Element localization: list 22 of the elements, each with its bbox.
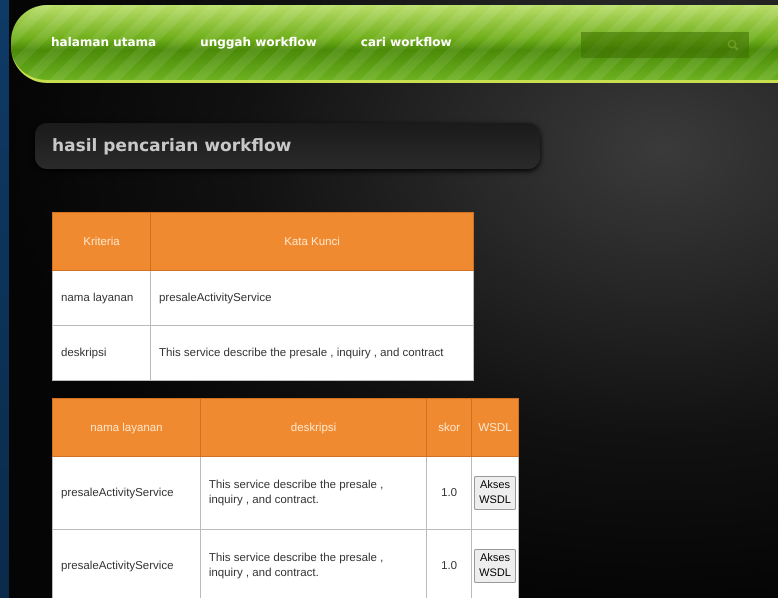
column-header: WSDL — [472, 398, 518, 456]
nav-link[interactable]: cari workflow — [360, 35, 452, 49]
search-icon[interactable] — [727, 39, 739, 51]
column-header: Kriteria — [52, 212, 150, 270]
column-header: Kata Kunci — [150, 212, 474, 270]
wsdl-button[interactable]: Akses WSDL — [474, 476, 516, 510]
table-cell: This service describe the presale , inquiry , and contract — [150, 326, 474, 380]
column-header: skor — [426, 398, 472, 456]
table-cell: presaleActivityService — [52, 530, 200, 598]
wsdl-button[interactable]: Akses WSDL — [474, 549, 516, 583]
column-header: deskripsi — [200, 398, 427, 456]
page-title: hasil pencarian workflow — [52, 136, 292, 156]
table-cell: deskripsi — [52, 326, 150, 380]
nav-link[interactable]: unggah workflow — [200, 35, 317, 49]
table-cell: This service describe the presale , inquiry , and contract. — [200, 456, 427, 530]
nav-link[interactable]: halaman utama — [51, 35, 156, 49]
table-cell: 1.0 — [426, 456, 472, 530]
table-cell: presaleActivityService — [150, 270, 474, 326]
search-field[interactable] — [581, 32, 749, 58]
table-cell: presaleActivityService — [52, 456, 200, 530]
column-header: nama layanan — [52, 398, 200, 456]
table-cell: nama layanan — [52, 270, 150, 326]
